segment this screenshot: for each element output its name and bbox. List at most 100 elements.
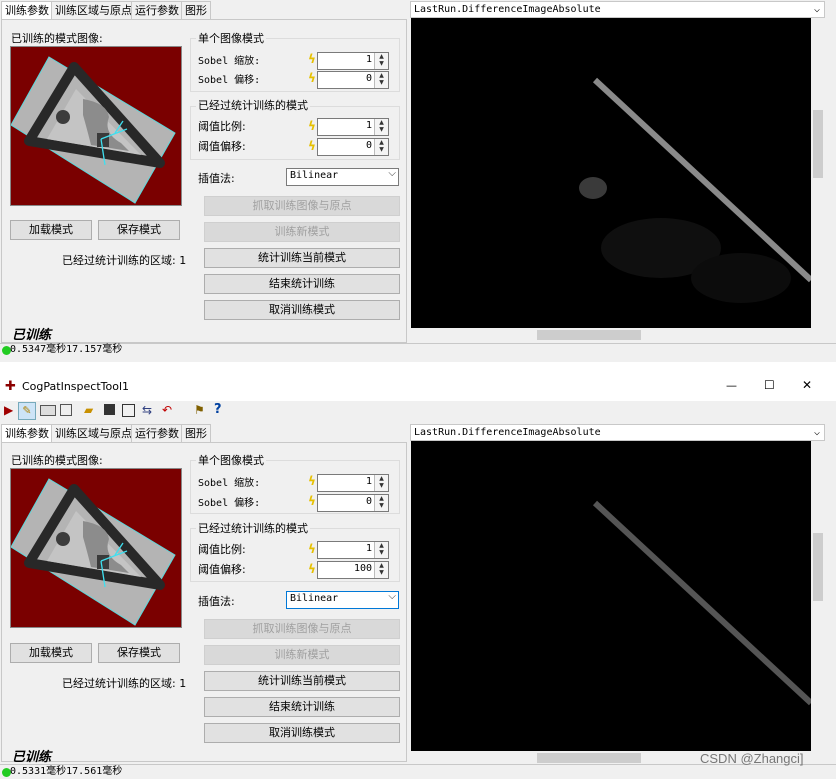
stat-train-button[interactable]: 统计训练当前模式 <box>204 671 400 691</box>
bottom-status-text: 0.5331毫秒17.561毫秒 <box>10 766 123 777</box>
end-stat-train-button[interactable]: 结束统计训练 <box>204 697 400 717</box>
threshold-offset-spinner[interactable]: 0 ▲ ▼ <box>317 138 389 156</box>
threshold-ratio-value: 1 <box>365 543 372 554</box>
threshold-ratio-spinner[interactable]: 1 ▲ ▼ <box>317 541 389 559</box>
tool-window: ✚ CogPatInspectTool1 — ☐ ✕ ▶ ✎ ▰ ⇆ ↶ ⚑ ?… <box>0 375 836 779</box>
sobel-offset-spinner[interactable]: 0 ▲ ▼ <box>317 494 389 512</box>
threshold-offset-spinner[interactable]: 100 ▲ ▼ <box>317 561 389 579</box>
stat-region-count: 已经过统计训练的区域: 1 <box>62 677 187 690</box>
import-icon[interactable]: ⇆ <box>142 403 152 417</box>
spinner-arrows-icon[interactable]: ▲ ▼ <box>374 72 388 88</box>
bottom-image-title-select[interactable]: LastRun.DifferenceImageAbsolute ⌵ <box>410 424 825 441</box>
grab-train-image-button[interactable]: 抓取训练图像与原点 <box>204 619 400 639</box>
open-folder-icon[interactable]: ▰ <box>84 403 93 417</box>
settings-icon[interactable] <box>122 404 135 417</box>
tab-graphics[interactable]: 图形 <box>181 424 211 442</box>
stat-train-button[interactable]: 统计训练当前模式 <box>204 248 400 268</box>
interpolation-label: 插值法: <box>198 595 235 608</box>
watermark: CSDN @Zhangci] <box>700 751 804 766</box>
chevron-down-icon[interactable]: ⌵ <box>388 591 396 602</box>
top-difference-image-svg <box>579 77 814 303</box>
tab-train-region[interactable]: 训练区域与原点 <box>51 424 136 442</box>
tab-run-params[interactable]: 运行参数 <box>131 424 183 442</box>
window-title: CogPatInspectTool1 <box>22 380 130 393</box>
sobel-offset-label: Sobel 偏移: <box>198 75 261 86</box>
tab-train-region[interactable]: 训练区域与原点 <box>51 1 136 19</box>
threshold-ratio-value: 1 <box>365 120 372 131</box>
sobel-scale-spinner[interactable]: 1 ▲ ▼ <box>317 52 389 70</box>
top-image-title-select[interactable]: LastRun.DifferenceImageAbsolute ⌵ <box>410 1 825 18</box>
stats-group-title: 已经过统计训练的模式 <box>196 97 310 113</box>
trained-status-label: 已训练 <box>12 328 52 343</box>
save-icon[interactable] <box>104 404 115 415</box>
spinner-arrows-icon[interactable]: ▲ ▼ <box>374 53 388 69</box>
cancel-train-button[interactable]: 取消训练模式 <box>204 723 400 743</box>
top-image-title: LastRun.DifferenceImageAbsolute <box>414 4 601 15</box>
pattern-image-svg <box>10 469 181 627</box>
lightning-icon: ϟ <box>308 52 316 66</box>
interpolation-value: Bilinear <box>290 170 339 181</box>
run-icon[interactable]: ▶ <box>4 403 13 417</box>
lightning-icon: ϟ <box>308 562 316 576</box>
edit-pen-icon[interactable]: ✎ <box>18 402 36 420</box>
help-icon[interactable]: ? <box>214 402 222 417</box>
train-new-pattern-button[interactable]: 训练新模式 <box>204 645 400 665</box>
vscroll-thumb[interactable] <box>813 533 823 601</box>
spinner-arrows-icon[interactable]: ▲ ▼ <box>374 562 388 578</box>
vscroll-thumb[interactable] <box>813 110 823 178</box>
lightning-icon: ϟ <box>308 542 316 556</box>
interpolation-select[interactable]: Bilinear ⌵ <box>286 591 399 609</box>
grab-train-image-button[interactable]: 抓取训练图像与原点 <box>204 196 400 216</box>
threshold-offset-label: 阈值偏移: <box>198 563 246 576</box>
load-pattern-button[interactable]: 加载模式 <box>10 643 92 663</box>
bottom-image-vscrollbar[interactable] <box>811 441 825 751</box>
close-button[interactable]: ✕ <box>802 378 812 392</box>
tab-run-params[interactable]: 运行参数 <box>131 1 183 19</box>
chevron-down-icon[interactable]: ⌵ <box>814 2 820 17</box>
sobel-offset-value: 0 <box>365 73 372 84</box>
bottom-difference-image[interactable] <box>411 441 814 751</box>
sobel-offset-spinner[interactable]: 0 ▲ ▼ <box>317 71 389 89</box>
hscroll-thumb[interactable] <box>537 330 641 340</box>
tab-train-params[interactable]: 训练参数 <box>1 1 53 20</box>
tab-train-params[interactable]: 训练参数 <box>1 424 53 443</box>
reset-icon[interactable]: ↶ <box>162 403 172 417</box>
top-image-vscrollbar[interactable] <box>811 18 825 328</box>
top-difference-image[interactable] <box>411 18 814 328</box>
sobel-scale-value: 1 <box>365 54 372 65</box>
pattern-image-svg <box>10 47 181 205</box>
save-pattern-button[interactable]: 保存模式 <box>98 643 180 663</box>
hint-icon[interactable]: ⚑ <box>194 403 205 417</box>
save-pattern-button[interactable]: 保存模式 <box>98 220 180 240</box>
spinner-arrows-icon[interactable]: ▲ ▼ <box>374 119 388 135</box>
chevron-down-icon[interactable]: ⌵ <box>388 168 396 179</box>
chevron-down-icon[interactable]: ⌵ <box>814 425 820 440</box>
spinner-arrows-icon[interactable]: ▲ ▼ <box>374 475 388 491</box>
spinner-arrows-icon[interactable]: ▲ ▼ <box>374 495 388 511</box>
hscroll-thumb[interactable] <box>537 753 641 763</box>
trained-pattern-image <box>10 468 182 628</box>
interpolation-label: 插值法: <box>198 172 235 185</box>
load-pattern-button[interactable]: 加载模式 <box>10 220 92 240</box>
top-status-separator <box>0 343 836 344</box>
top-status-text: 0.5347毫秒17.157毫秒 <box>10 344 123 355</box>
train-new-pattern-button[interactable]: 训练新模式 <box>204 222 400 242</box>
interpolation-select[interactable]: Bilinear ⌵ <box>286 168 399 186</box>
minimize-button[interactable]: — <box>726 379 737 392</box>
end-stat-train-button[interactable]: 结束统计训练 <box>204 274 400 294</box>
spinner-arrows-icon[interactable]: ▲ ▼ <box>374 542 388 558</box>
graphics-icon[interactable] <box>60 404 72 416</box>
trained-image-label: 已训练的模式图像: <box>11 454 103 467</box>
tab-graphics[interactable]: 图形 <box>181 1 211 19</box>
sobel-scale-spinner[interactable]: 1 ▲ ▼ <box>317 474 389 492</box>
cancel-train-button[interactable]: 取消训练模式 <box>204 300 400 320</box>
bottom-tab-page: 已训练的模式图像: 加载模式 保存模式 已经过统计训练的区域: 1 已训练 单个… <box>1 442 407 765</box>
spinner-arrows-icon[interactable]: ▲ ▼ <box>374 139 388 155</box>
image-source-icon[interactable] <box>40 405 56 416</box>
trained-status-label: 已训练 <box>12 750 52 765</box>
bottom-tab-strip: 训练参数 训练区域与原点 运行参数 图形 <box>0 424 410 443</box>
lightning-icon: ϟ <box>308 494 316 508</box>
top-image-hscrollbar[interactable] <box>411 328 811 342</box>
threshold-ratio-spinner[interactable]: 1 ▲ ▼ <box>317 118 389 136</box>
maximize-button[interactable]: ☐ <box>764 378 775 392</box>
